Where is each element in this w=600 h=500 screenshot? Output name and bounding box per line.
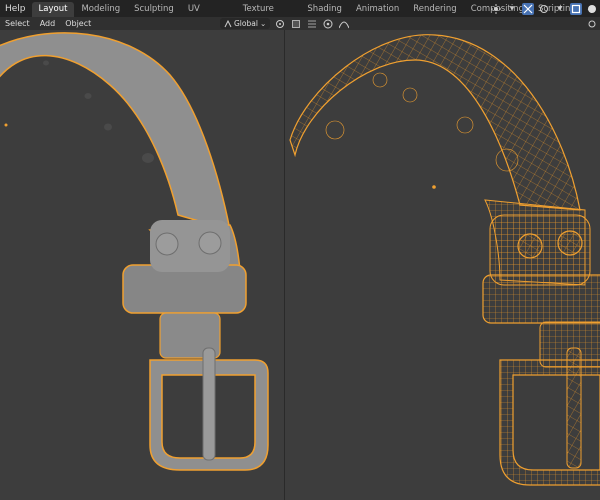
tab-uv-editing[interactable]: UV Editing bbox=[181, 2, 236, 29]
belt-keeper-solid bbox=[122, 264, 247, 314]
view-options-icon[interactable] bbox=[586, 18, 598, 30]
proportional-edit-icon[interactable] bbox=[322, 18, 334, 30]
tab-animation[interactable]: Animation bbox=[349, 2, 406, 17]
belt-strap-solid bbox=[0, 32, 231, 232]
transform-orientation-dropdown[interactable]: Global ⌄ bbox=[220, 18, 271, 29]
transform-controls: Global ⌄ bbox=[220, 17, 350, 30]
rivet bbox=[517, 233, 543, 259]
tab-sculpting[interactable]: Sculpting bbox=[127, 2, 181, 17]
chevron-down-icon[interactable]: ▾ bbox=[506, 3, 518, 15]
pivot-point-icon[interactable] bbox=[274, 18, 286, 30]
shading-solid-icon[interactable] bbox=[586, 3, 598, 15]
snap-icon[interactable] bbox=[290, 18, 302, 30]
tab-texture-paint[interactable]: Texture Paint bbox=[236, 2, 301, 29]
tab-shading[interactable]: Shading bbox=[300, 2, 349, 17]
rivet bbox=[198, 231, 222, 255]
top-bar: Help Layout Modeling Sculpting UV Editin… bbox=[0, 0, 600, 29]
belt-keeper-wireframe bbox=[482, 274, 600, 324]
rivet bbox=[155, 232, 179, 256]
orientation-icon bbox=[224, 19, 232, 27]
belt-buckle-wireframe bbox=[499, 359, 600, 486]
object-menu[interactable]: Object bbox=[60, 19, 96, 28]
viewport-header: Select Add Object Global ⌄ bbox=[0, 17, 600, 30]
help-menu[interactable]: Help bbox=[0, 4, 32, 14]
select-menu[interactable]: Select bbox=[0, 19, 35, 28]
viewport-wireframe[interactable] bbox=[285, 30, 600, 500]
viewport-solid[interactable] bbox=[0, 30, 284, 500]
tab-layout[interactable]: Layout bbox=[31, 2, 75, 17]
top-right-toolbar: ▾ ▾ bbox=[490, 0, 600, 17]
chevron-down-icon: ⌄ bbox=[259, 19, 267, 28]
tab-modeling[interactable]: Modeling bbox=[74, 2, 127, 17]
snap-settings-icon[interactable] bbox=[306, 18, 318, 30]
overlay-icon[interactable] bbox=[538, 3, 550, 15]
add-menu[interactable]: Add bbox=[35, 19, 61, 28]
viewport-header-right bbox=[586, 17, 598, 30]
viewport-shading-icon[interactable] bbox=[570, 2, 582, 15]
transform-orientation-value: Global bbox=[234, 19, 258, 28]
belt-strap-wireframe bbox=[289, 34, 581, 211]
falloff-icon[interactable] bbox=[338, 18, 350, 30]
rivet bbox=[557, 230, 583, 256]
record-icon[interactable] bbox=[490, 3, 502, 15]
tab-rendering[interactable]: Rendering bbox=[406, 2, 463, 17]
chevron-down-icon[interactable]: ▾ bbox=[554, 3, 566, 15]
pivot-icon[interactable] bbox=[522, 2, 534, 15]
